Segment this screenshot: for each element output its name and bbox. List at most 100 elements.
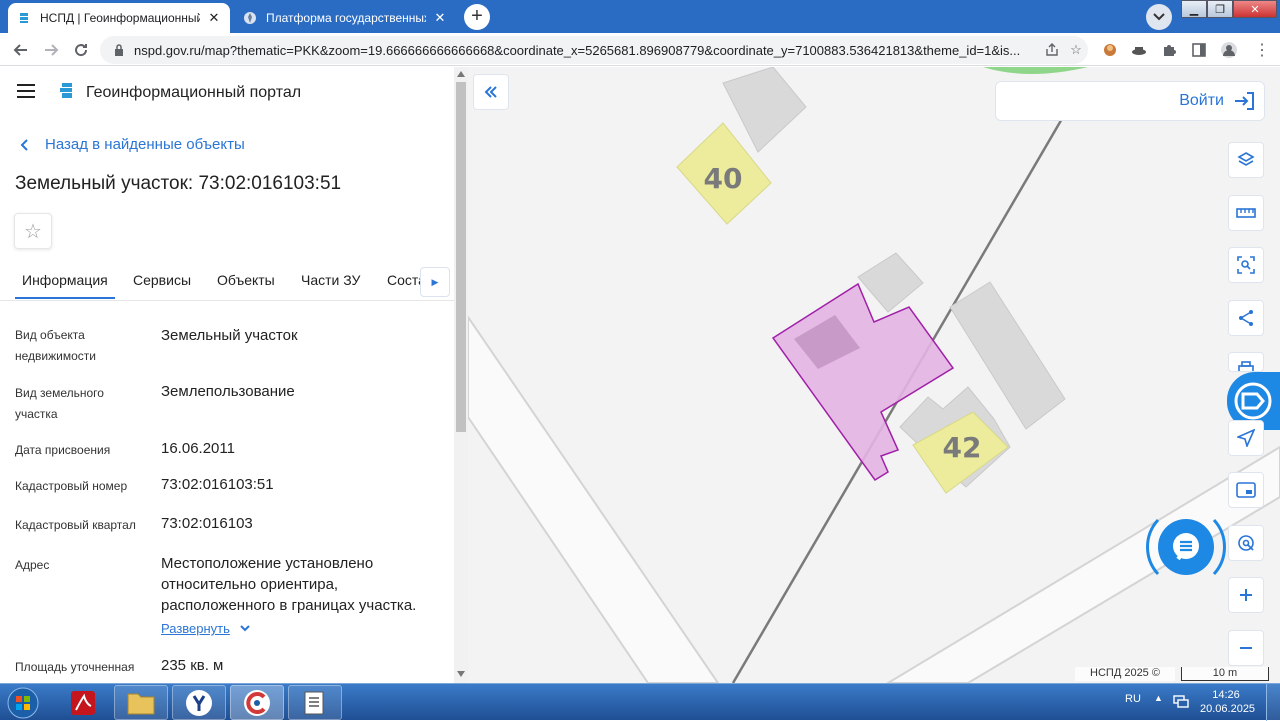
layers-button[interactable] — [1228, 142, 1264, 178]
profile-icon[interactable] — [1217, 38, 1241, 62]
side-panel-icon[interactable] — [1187, 38, 1211, 62]
chat-bubble-icon — [1173, 533, 1199, 561]
tab-composition[interactable]: Соста — [387, 272, 420, 288]
menu-dots-icon[interactable]: ⋮ — [1250, 38, 1274, 62]
tab-nspd[interactable]: НСПД | Геоинформационный п ✕ — [8, 3, 230, 33]
tab-title: Платформа государственных се — [266, 11, 426, 25]
tab-close-icon[interactable]: ✕ — [206, 10, 222, 26]
property-label: Вид земельного участка — [15, 386, 104, 421]
sidebar-scrollbar[interactable] — [454, 67, 468, 683]
tab-information[interactable]: Информация — [15, 272, 115, 299]
taskbar-documents-app[interactable] — [288, 685, 342, 720]
tab-search-button[interactable] — [1146, 4, 1172, 30]
favorite-star-button[interactable]: ☆ — [14, 213, 52, 249]
property-value: 73:02:016103:51 — [161, 476, 274, 493]
back-to-results-link[interactable]: Назад в найденные объекты — [20, 136, 245, 153]
network-icon[interactable] — [1173, 694, 1189, 713]
login-button[interactable]: Войти — [995, 81, 1265, 121]
close-window-button[interactable]: ✕ — [1233, 0, 1277, 18]
extensions-puzzle-icon[interactable] — [1157, 38, 1181, 62]
hamburger-menu-icon[interactable] — [16, 83, 36, 104]
geo-search-button[interactable] — [1228, 525, 1264, 561]
tab-objects[interactable]: Объекты — [217, 272, 275, 288]
property-value: 235 кв. м — [161, 657, 224, 674]
reload-icon[interactable] — [68, 37, 94, 63]
tray-language[interactable]: RU — [1125, 693, 1141, 705]
locate-button[interactable] — [1228, 420, 1264, 456]
tab-close-icon[interactable]: ✕ — [432, 10, 448, 26]
scroll-down-icon — [457, 671, 465, 677]
pdf-icon — [71, 690, 95, 715]
picture-in-picture-icon — [1236, 482, 1256, 498]
collapse-panel-button[interactable] — [473, 74, 509, 110]
lock-icon — [112, 44, 126, 56]
maximize-button[interactable]: ❐ — [1207, 0, 1233, 18]
property-row: Кадастровый квартал 73:02:016103 — [15, 513, 445, 537]
nspd-favicon-icon — [16, 10, 32, 26]
assistant-icon — [1234, 382, 1272, 420]
ruler-button[interactable] — [1228, 195, 1264, 231]
minimize-button[interactable]: ▁ — [1181, 0, 1207, 18]
cadastral-map: 40 42 — [468, 67, 1280, 683]
address-bar[interactable]: nspd.gov.ru/map?thematic=PKK&zoom=19.666… — [100, 36, 1088, 64]
tabs-scroll-right-button[interactable]: ▶ — [420, 267, 450, 297]
portal-header: Геоинформационный портал — [16, 81, 301, 105]
taskbar-chrome-app[interactable] — [230, 685, 284, 720]
taskbar-explorer-app[interactable] — [114, 685, 168, 720]
property-row: Вид объекта недвижимости Земельный участ… — [15, 325, 445, 369]
tab-title: НСПД | Геоинформационный п — [40, 11, 200, 25]
show-desktop-button[interactable] — [1266, 684, 1280, 721]
extension-hat-icon[interactable] — [1127, 38, 1151, 62]
print-button[interactable] — [1228, 352, 1264, 372]
location-arrow-icon — [1237, 429, 1255, 447]
windows-taskbar: RU ▲ 14:26 20.06.2025 — [0, 683, 1280, 721]
portal-title: Геоинформационный портал — [86, 84, 302, 101]
scroll-up-icon — [457, 71, 465, 77]
map-scale-bar: 10 m — [1181, 667, 1269, 681]
back-arrow-icon[interactable] — [8, 37, 34, 63]
login-label: Войти — [1179, 92, 1224, 109]
browser-toolbar: nspd.gov.ru/map?thematic=PKK&zoom=19.666… — [0, 33, 1280, 66]
clock-date: 20.06.2025 — [1200, 703, 1256, 715]
share-icon[interactable] — [1040, 43, 1064, 57]
map-copyright: НСПД 2025 © — [1075, 667, 1175, 681]
property-value: Земельный участок — [161, 327, 298, 344]
url-text: nspd.gov.ru/map?thematic=PKK&zoom=19.666… — [134, 42, 1021, 58]
share-icon — [1239, 310, 1253, 326]
new-tab-button[interactable]: + — [464, 4, 490, 30]
forward-arrow-icon[interactable] — [38, 37, 64, 63]
share-button[interactable] — [1228, 300, 1264, 336]
tab-gosuslugi[interactable]: Платформа государственных се ✕ — [234, 3, 456, 33]
taskbar-yandex-app[interactable] — [172, 685, 226, 720]
tab-parts[interactable]: Части ЗУ — [301, 272, 360, 288]
expand-link[interactable]: Развернуть — [161, 621, 250, 636]
tab-services[interactable]: Сервисы — [133, 272, 191, 288]
house-number-40: 40 — [704, 162, 743, 195]
property-value: 73:02:016103 — [161, 515, 253, 532]
tray-expand-icon[interactable]: ▲ — [1154, 693, 1163, 703]
bookmark-star-icon[interactable]: ☆ — [1064, 42, 1088, 58]
property-label: Площадь уточненная — [15, 660, 135, 674]
yandex-browser-icon — [186, 689, 212, 716]
property-label: Вид объекта недвижимости — [15, 328, 96, 363]
layers-icon — [1237, 152, 1255, 166]
page-title: Земельный участок: 73:02:016103:51 — [15, 173, 342, 194]
nspd-logo-icon — [58, 81, 76, 106]
clock-time: 14:26 — [1212, 689, 1240, 701]
chat-button[interactable] — [1158, 519, 1214, 575]
star-icon: ☆ — [24, 220, 42, 243]
extension-avatar-icon[interactable] — [1098, 38, 1122, 62]
map-canvas[interactable]: 40 42 — [468, 67, 1280, 683]
browser-c-icon — [244, 689, 270, 716]
double-chevron-left-icon — [484, 86, 497, 98]
zoom-in-button[interactable] — [1228, 577, 1264, 613]
scrollbar-thumb[interactable] — [456, 82, 466, 432]
minimap-button[interactable] — [1228, 472, 1264, 508]
property-value: Землепользование — [161, 383, 295, 400]
area-search-button[interactable] — [1228, 247, 1264, 283]
tray-clock[interactable]: 14:26 20.06.2025 — [1200, 688, 1256, 716]
taskbar-pdf-app[interactable] — [56, 685, 110, 720]
expand-label: Развернуть — [161, 621, 230, 636]
zoom-out-button[interactable] — [1228, 630, 1264, 666]
start-button[interactable] — [4, 685, 42, 720]
